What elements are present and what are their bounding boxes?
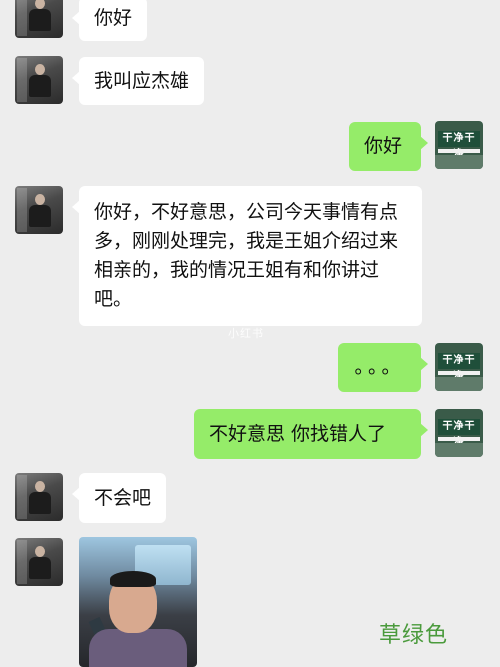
avatar-figure-head [35, 546, 45, 557]
avatar-highlight [17, 475, 27, 519]
avatar-sign-strip [438, 371, 480, 375]
message-text: 。。。 [354, 356, 405, 378]
person-hair [110, 571, 156, 587]
avatar-figure-head [35, 194, 45, 205]
contact-avatar[interactable] [15, 56, 63, 104]
avatar-highlight [17, 0, 27, 36]
message-bubble-received[interactable]: 不会吧 [71, 473, 167, 523]
avatar-storefront [435, 155, 483, 169]
message-bubble-sent[interactable]: 你好 [349, 122, 428, 171]
avatar-sign-strip [438, 437, 480, 441]
message-bubble-received[interactable]: 你好 [71, 0, 148, 41]
avatar-figure-head [35, 0, 45, 9]
avatar-storefront [435, 443, 483, 457]
my-avatar[interactable]: 干净干净 [435, 343, 483, 391]
person-shirt [89, 629, 187, 667]
message-text: 你好，不好意思，公司今天事情有点多，刚刚处理完，我是王姐介绍过来相亲的，我的情况… [94, 201, 399, 310]
avatar-figure-body [29, 205, 51, 227]
platform-watermark: 小红书 [228, 327, 264, 340]
my-avatar[interactable]: 干净干净 [435, 121, 483, 169]
avatar-figure-head [35, 64, 45, 75]
message-bubble-sent[interactable]: 。。。 [338, 343, 428, 392]
my-avatar[interactable]: 干净干净 [435, 409, 483, 457]
avatar-shop-sign: 干净干净 [438, 353, 480, 382]
avatar-shop-sign: 干净干净 [438, 419, 480, 448]
avatar-figure-body [29, 9, 51, 31]
avatar-figure-head [35, 481, 45, 492]
avatar-figure-body [29, 557, 51, 579]
contact-avatar[interactable] [15, 538, 63, 586]
corner-watermark: 草绿色 [379, 623, 449, 648]
contact-avatar[interactable] [15, 0, 63, 38]
contact-avatar[interactable] [15, 473, 63, 521]
message-image-selfie[interactable] [79, 537, 197, 667]
contact-avatar[interactable] [15, 186, 63, 234]
avatar-storefront [435, 377, 483, 391]
message-text: 你好 [94, 7, 133, 29]
avatar-highlight [17, 58, 27, 102]
message-text: 不好意思 你找错人了 [209, 423, 387, 445]
message-text: 我叫应杰雄 [94, 70, 190, 92]
message-text: 不会吧 [94, 487, 152, 509]
message-text: 你好 [364, 135, 403, 157]
message-bubble-received[interactable]: 我叫应杰雄 [71, 57, 205, 105]
avatar-figure-body [29, 75, 51, 97]
avatar-highlight [17, 188, 27, 232]
avatar-sign-strip [438, 149, 480, 153]
avatar-highlight [17, 540, 27, 584]
message-bubble-sent[interactable]: 不好意思 你找错人了 [194, 409, 428, 459]
avatar-shop-sign: 干净干净 [438, 131, 480, 160]
avatar-figure-body [29, 492, 51, 514]
message-bubble-received[interactable]: 你好，不好意思，公司今天事情有点多，刚刚处理完，我是王姐介绍过来相亲的，我的情况… [72, 186, 422, 326]
